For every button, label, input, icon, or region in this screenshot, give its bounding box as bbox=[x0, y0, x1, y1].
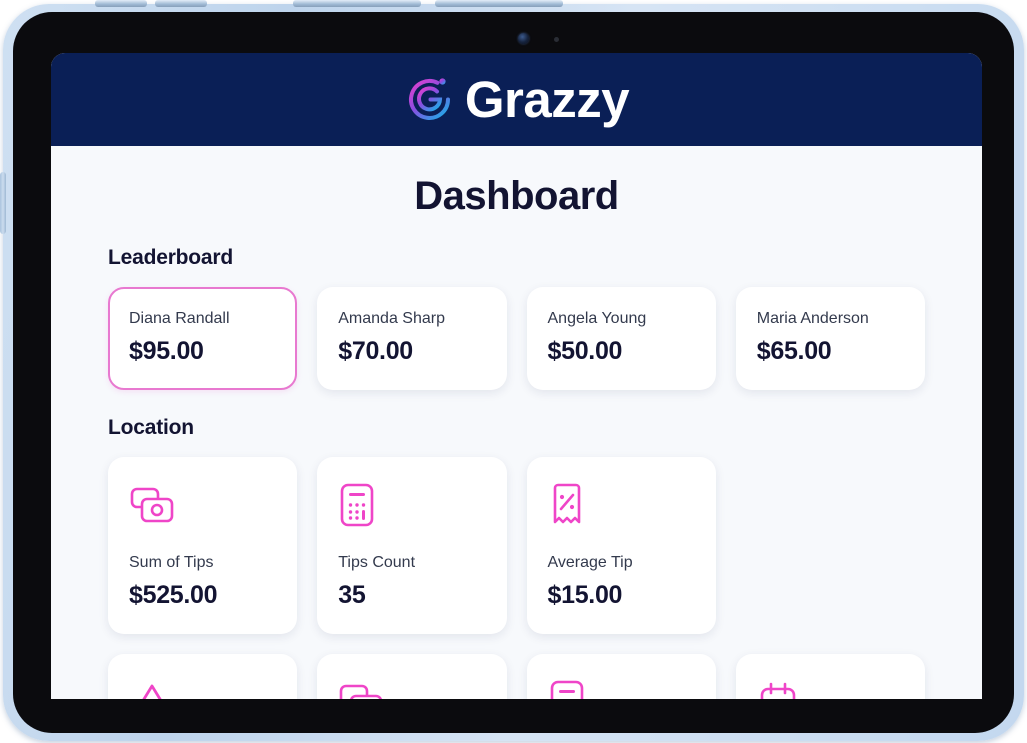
money-stack-icon bbox=[338, 679, 485, 699]
stat-card-placeholder bbox=[736, 457, 925, 634]
hardware-button-top-4[interactable] bbox=[435, 0, 563, 7]
stat-card-tips-count[interactable]: Tips Count 35 bbox=[317, 457, 507, 634]
brand-name: Grazzy bbox=[464, 71, 630, 128]
hardware-button-top-2[interactable] bbox=[155, 0, 207, 7]
front-camera-icon bbox=[518, 33, 529, 44]
leaderboard-card[interactable]: Maria Anderson $65.00 bbox=[735, 287, 925, 390]
brand-logo[interactable]: Grazzy bbox=[404, 71, 630, 128]
money-stack-icon bbox=[129, 482, 276, 528]
leaderboard-heading: Leaderboard bbox=[108, 246, 233, 269]
page-title: Dashboard bbox=[414, 174, 619, 218]
stat-card-alerts[interactable] bbox=[108, 654, 298, 699]
leaderboard-name: Angela Young bbox=[547, 310, 647, 327]
leaderboard-amount: $50.00 bbox=[547, 337, 623, 365]
grazzy-g-circle-icon bbox=[408, 77, 450, 120]
ambient-sensor-icon bbox=[554, 37, 559, 42]
tablet-device-frame: Grazzy Dashboard Leaderboard Diana Randa… bbox=[0, 0, 1024, 741]
hardware-button-left[interactable] bbox=[0, 172, 6, 234]
leaderboard-card[interactable]: Angela Young $50.00 bbox=[526, 287, 716, 390]
stat-label: Sum of Tips bbox=[129, 554, 214, 571]
location-stats-grid: Sum of Tips $525.00 Tips Count 35 Averag… bbox=[108, 457, 925, 634]
calculator-icon bbox=[338, 482, 485, 528]
stat-value: $525.00 bbox=[129, 581, 218, 609]
leaderboard-amount: $65.00 bbox=[756, 337, 832, 365]
calendar-icon bbox=[757, 679, 904, 699]
calculator-icon bbox=[548, 679, 695, 699]
location-stats-grid-secondary bbox=[108, 654, 925, 699]
leaderboard-grid: Diana Randall $95.00 Amanda Sharp $70.00… bbox=[108, 287, 925, 390]
app-content: Dashboard Leaderboard Diana Randall $95.… bbox=[51, 146, 982, 699]
leaderboard-name: Amanda Sharp bbox=[338, 310, 445, 327]
tablet-screen: Grazzy Dashboard Leaderboard Diana Randa… bbox=[51, 53, 982, 699]
receipt-percent-icon bbox=[548, 482, 695, 528]
hardware-button-top-1[interactable] bbox=[95, 0, 147, 7]
stat-label: Tips Count bbox=[338, 554, 416, 571]
stat-card-secondary-calculator[interactable] bbox=[526, 654, 716, 699]
stat-value: $15.00 bbox=[547, 581, 623, 609]
stat-card-secondary-money[interactable] bbox=[317, 654, 507, 699]
stat-card-average-tip[interactable]: Average Tip $15.00 bbox=[526, 457, 716, 634]
leaderboard-card[interactable]: Amanda Sharp $70.00 bbox=[317, 287, 507, 390]
app-header: Grazzy bbox=[51, 53, 982, 146]
hardware-button-top-3[interactable] bbox=[293, 0, 421, 7]
stat-value: 35 bbox=[338, 581, 366, 609]
leaderboard-name: Maria Anderson bbox=[756, 310, 869, 327]
stat-card-secondary-calendar[interactable] bbox=[735, 654, 925, 699]
leaderboard-amount: $70.00 bbox=[338, 337, 413, 365]
location-heading: Location bbox=[108, 416, 194, 439]
warning-triangle-icon bbox=[129, 679, 276, 699]
leaderboard-amount: $95.00 bbox=[129, 337, 204, 365]
stat-card-sum-of-tips[interactable]: Sum of Tips $525.00 bbox=[108, 457, 298, 634]
leaderboard-name: Diana Randall bbox=[129, 310, 230, 327]
stat-label: Average Tip bbox=[547, 554, 633, 571]
leaderboard-card[interactable]: Diana Randall $95.00 bbox=[108, 287, 298, 390]
